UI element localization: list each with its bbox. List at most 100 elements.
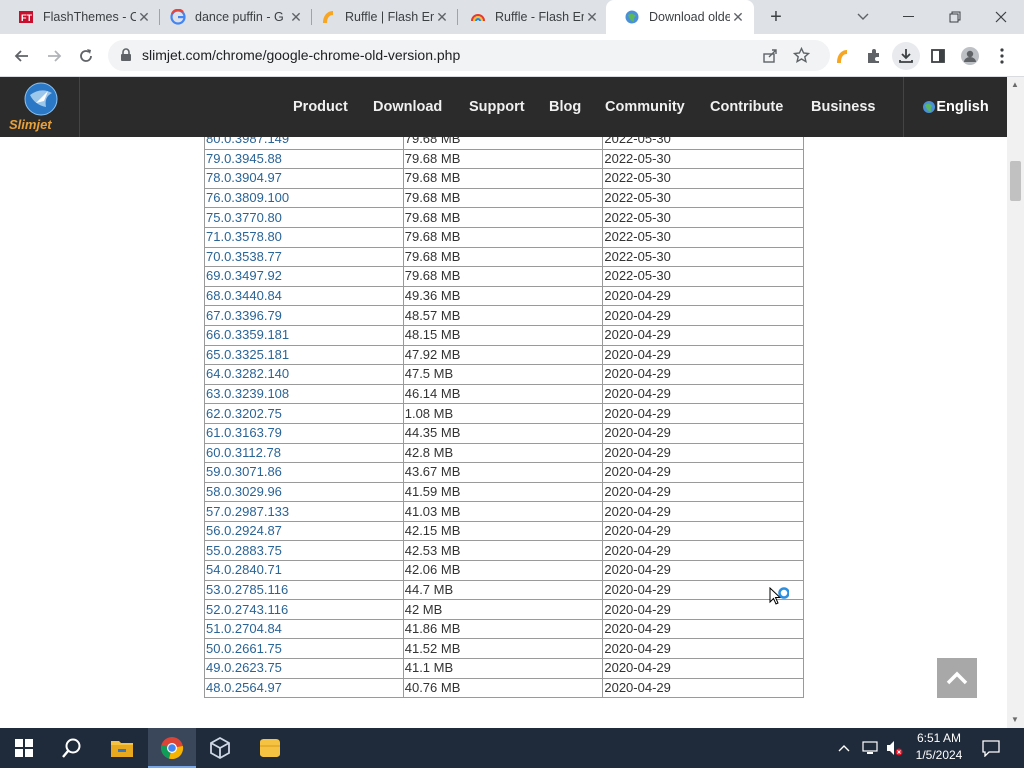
version-link[interactable]: 60.0.3112.78 <box>204 442 404 464</box>
version-link[interactable]: 48.0.2564.97 <box>204 677 404 699</box>
clock-date: 1/5/2024 <box>915 748 963 762</box>
folder-app-icon[interactable] <box>246 728 294 768</box>
file-size-cell: 46.14 MB <box>402 383 604 405</box>
release-date-cell: 2020-04-29 <box>602 560 804 581</box>
downloads-icon[interactable] <box>892 42 920 70</box>
version-link[interactable]: 71.0.3578.80 <box>204 226 404 248</box>
version-link[interactable]: 59.0.3071.86 <box>204 462 404 483</box>
version-link[interactable]: 64.0.3282.140 <box>204 364 404 385</box>
versions-table-body: 80.0.3987.149 79.68 MB 2022-05-30 79.0.3945… <box>204 129 804 699</box>
reload-button[interactable] <box>72 42 100 70</box>
profile-avatar-icon[interactable] <box>956 42 984 70</box>
minimize-button[interactable] <box>886 0 932 34</box>
table-row: 53.0.2785.116 44.7 MB 2020-04-29 <box>204 579 804 601</box>
version-link[interactable]: 69.0.3497.92 <box>204 266 404 287</box>
version-link[interactable]: 76.0.3809.100 <box>204 187 404 209</box>
version-link[interactable]: 62.0.3202.75 <box>204 403 404 424</box>
version-link[interactable]: 65.0.3325.181 <box>204 344 404 366</box>
file-size-cell: 49.36 MB <box>402 285 604 307</box>
version-link[interactable]: 67.0.3396.79 <box>204 305 404 326</box>
restore-button[interactable] <box>932 0 978 34</box>
table-row: 66.0.3359.181 48.15 MB 2020-04-29 <box>204 324 804 346</box>
version-link[interactable]: 51.0.2704.84 <box>204 618 404 640</box>
side-panel-icon[interactable] <box>924 42 952 70</box>
version-link[interactable]: 50.0.2661.75 <box>204 638 404 660</box>
back-button[interactable] <box>8 42 36 70</box>
release-date-cell: 2020-04-29 <box>602 520 804 542</box>
file-size-cell: 42.06 MB <box>402 560 604 581</box>
scroll-down-arrow-icon[interactable]: ▼ <box>1011 715 1019 724</box>
chrome-icon[interactable] <box>148 728 196 768</box>
version-link[interactable]: 57.0.2987.133 <box>204 501 404 522</box>
version-link[interactable]: 75.0.3770.80 <box>204 207 404 228</box>
version-link[interactable]: 49.0.2623.75 <box>204 658 404 679</box>
release-date-cell: 2022-05-30 <box>602 207 804 228</box>
nav-product[interactable]: Product <box>293 77 348 137</box>
version-link[interactable]: 61.0.3163.79 <box>204 422 404 444</box>
tab-ruffle[interactable]: Ruffle | Flash Em ✕ <box>302 0 458 34</box>
scroll-to-top-button[interactable] <box>937 658 977 698</box>
version-link[interactable]: 54.0.2840.71 <box>204 560 404 581</box>
search-icon[interactable] <box>48 728 96 768</box>
version-link[interactable]: 68.0.3440.84 <box>204 285 404 307</box>
version-link[interactable]: 52.0.2743.116 <box>204 599 404 620</box>
tab-flashthemes[interactable]: FT FlashThemes - C ✕ <box>0 0 160 34</box>
nav-blog[interactable]: Blog <box>549 77 581 137</box>
close-icon[interactable]: ✕ <box>584 9 600 25</box>
version-link[interactable]: 66.0.3359.181 <box>204 324 404 346</box>
close-icon[interactable]: ✕ <box>434 9 450 25</box>
release-date-cell: 2020-04-29 <box>602 677 804 699</box>
version-link[interactable]: 79.0.3945.88 <box>204 148 404 170</box>
vertical-scrollbar[interactable]: ▲ ▼ <box>1007 77 1024 728</box>
version-link[interactable]: 58.0.3029.96 <box>204 481 404 503</box>
table-row: 57.0.2987.133 41.03 MB 2020-04-29 <box>204 501 804 522</box>
table-row: 78.0.3904.97 79.68 MB 2022-05-30 <box>204 168 804 189</box>
show-hidden-icons-chevron[interactable] <box>838 728 850 768</box>
forward-button[interactable] <box>40 42 68 70</box>
version-link[interactable]: 53.0.2785.116 <box>204 579 404 601</box>
scrollbar-thumb[interactable] <box>1010 161 1021 201</box>
release-date-cell: 2020-04-29 <box>602 285 804 307</box>
nav-business[interactable]: Business <box>811 77 875 137</box>
nav-contribute[interactable]: Contribute <box>710 77 783 137</box>
system-clock[interactable]: 6:51 AM 1/5/2024 <box>904 730 974 764</box>
ruffle-extension-icon[interactable] <box>828 42 856 70</box>
close-window-button[interactable] <box>978 0 1024 34</box>
nav-support[interactable]: Support <box>469 77 525 137</box>
slimjet-logo[interactable]: Slimjet <box>0 77 80 137</box>
tab-google[interactable]: dance puffin - G ✕ <box>152 0 312 34</box>
version-link[interactable]: 55.0.2883.75 <box>204 540 404 562</box>
version-link[interactable]: 63.0.3239.108 <box>204 383 404 405</box>
file-size-cell: 48.15 MB <box>402 324 604 346</box>
version-link[interactable]: 70.0.3538.77 <box>204 246 404 268</box>
close-icon[interactable]: ✕ <box>730 9 746 25</box>
virtualbox-icon[interactable] <box>196 728 244 768</box>
extensions-puzzle-icon[interactable] <box>860 42 888 70</box>
network-icon[interactable] <box>862 728 880 768</box>
windows-start-icon[interactable] <box>0 728 48 768</box>
bookmark-star-icon[interactable] <box>793 47 810 64</box>
nav-community[interactable]: Community <box>605 77 685 137</box>
table-row: 55.0.2883.75 42.53 MB 2020-04-29 <box>204 540 804 562</box>
notification-center-icon[interactable] <box>982 728 1000 768</box>
version-link[interactable]: 56.0.2924.87 <box>204 520 404 542</box>
file-explorer-icon[interactable] <box>98 728 146 768</box>
version-link[interactable]: 78.0.3904.97 <box>204 168 404 189</box>
tab-search-icon[interactable] <box>840 0 886 34</box>
scroll-up-arrow-icon[interactable]: ▲ <box>1011 80 1019 89</box>
address-bar[interactable]: slimjet.com/chrome/google-chrome-old-ver… <box>108 40 830 71</box>
new-tab-button[interactable]: + <box>766 7 786 27</box>
tab-ruffle-2[interactable]: Ruffle - Flash Em ✕ <box>452 0 608 34</box>
close-icon[interactable]: ✕ <box>136 9 152 25</box>
tab-strip: FT FlashThemes - C ✕ dance puffin - G ✕ … <box>0 0 1024 34</box>
language-selector[interactable]: English <box>903 77 1007 137</box>
file-size-cell: 40.76 MB <box>402 677 604 699</box>
menu-kebab-icon[interactable] <box>988 42 1016 70</box>
rainbow-favicon <box>471 14 485 22</box>
release-date-cell: 2020-04-29 <box>602 638 804 660</box>
release-date-cell: 2020-04-29 <box>602 501 804 522</box>
volume-muted-icon[interactable] <box>885 728 903 768</box>
tab-download-old-versions[interactable]: Download olde ✕ <box>606 0 754 34</box>
nav-download[interactable]: Download <box>373 77 442 137</box>
share-icon[interactable] <box>762 48 778 64</box>
